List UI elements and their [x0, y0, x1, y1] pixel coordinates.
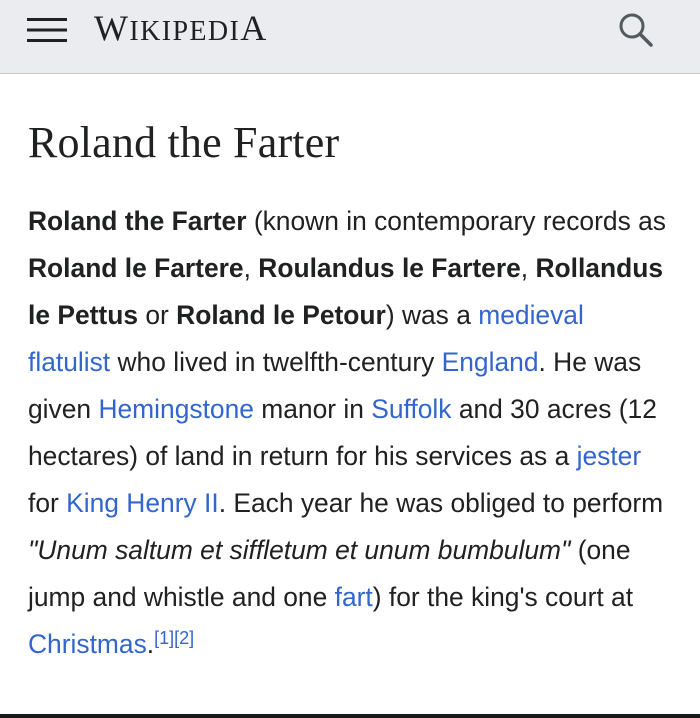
site-header: WIKIPEDIA — [0, 0, 700, 74]
text-run: or — [138, 300, 177, 330]
text-run: ) was a — [385, 300, 479, 330]
citation-1[interactable]: [1] — [154, 628, 174, 648]
text-run: . Each year he was obliged to perform — [218, 488, 664, 518]
page-title: Roland the Farter — [28, 118, 340, 167]
link-king-henry-ii[interactable]: King Henry II — [66, 488, 219, 518]
link-england[interactable]: England — [442, 347, 539, 377]
latin-quote: "Unum saltum et siffletum et unum bumbul… — [28, 535, 571, 565]
menu-icon[interactable] — [27, 15, 67, 45]
bold-name-3: Roulandus le Fartere — [258, 253, 521, 283]
link-hemingstone[interactable]: Hemingstone — [98, 394, 254, 424]
link-christmas[interactable]: Christmas — [28, 629, 147, 659]
wikipedia-logo[interactable]: WIKIPEDIA — [94, 7, 268, 49]
text-run: who lived in twelfth-century — [110, 347, 442, 377]
bold-name-1: Roland the Farter — [28, 206, 247, 236]
text-run: , — [243, 253, 259, 283]
article-content: Roland the Farter Roland the Farter (kno… — [28, 116, 668, 668]
logo-letter-a: A — [240, 8, 268, 48]
text-run: , — [520, 253, 536, 283]
link-fart[interactable]: fart — [335, 582, 373, 612]
citation-2[interactable]: [2] — [174, 628, 194, 648]
bottom-divider — [0, 714, 700, 718]
article-paragraph: Roland the Farter (known in contemporary… — [28, 198, 668, 668]
text-run: for — [28, 488, 67, 518]
bold-name-5: Roland le Petour — [176, 300, 386, 330]
logo-letter-w: W — [94, 8, 130, 48]
link-jester[interactable]: jester — [577, 441, 642, 471]
logo-letters-middle: IKIPEDI — [129, 16, 241, 47]
text-run: (known in contemporary records as — [246, 206, 666, 236]
text-run: manor in — [253, 394, 372, 424]
bold-name-2: Roland le Fartere — [28, 253, 244, 283]
text-run: ) for the king's court at — [372, 582, 634, 612]
citations: [1][2] — [154, 628, 194, 648]
link-suffolk[interactable]: Suffolk — [371, 394, 451, 424]
search-icon[interactable] — [617, 11, 655, 49]
